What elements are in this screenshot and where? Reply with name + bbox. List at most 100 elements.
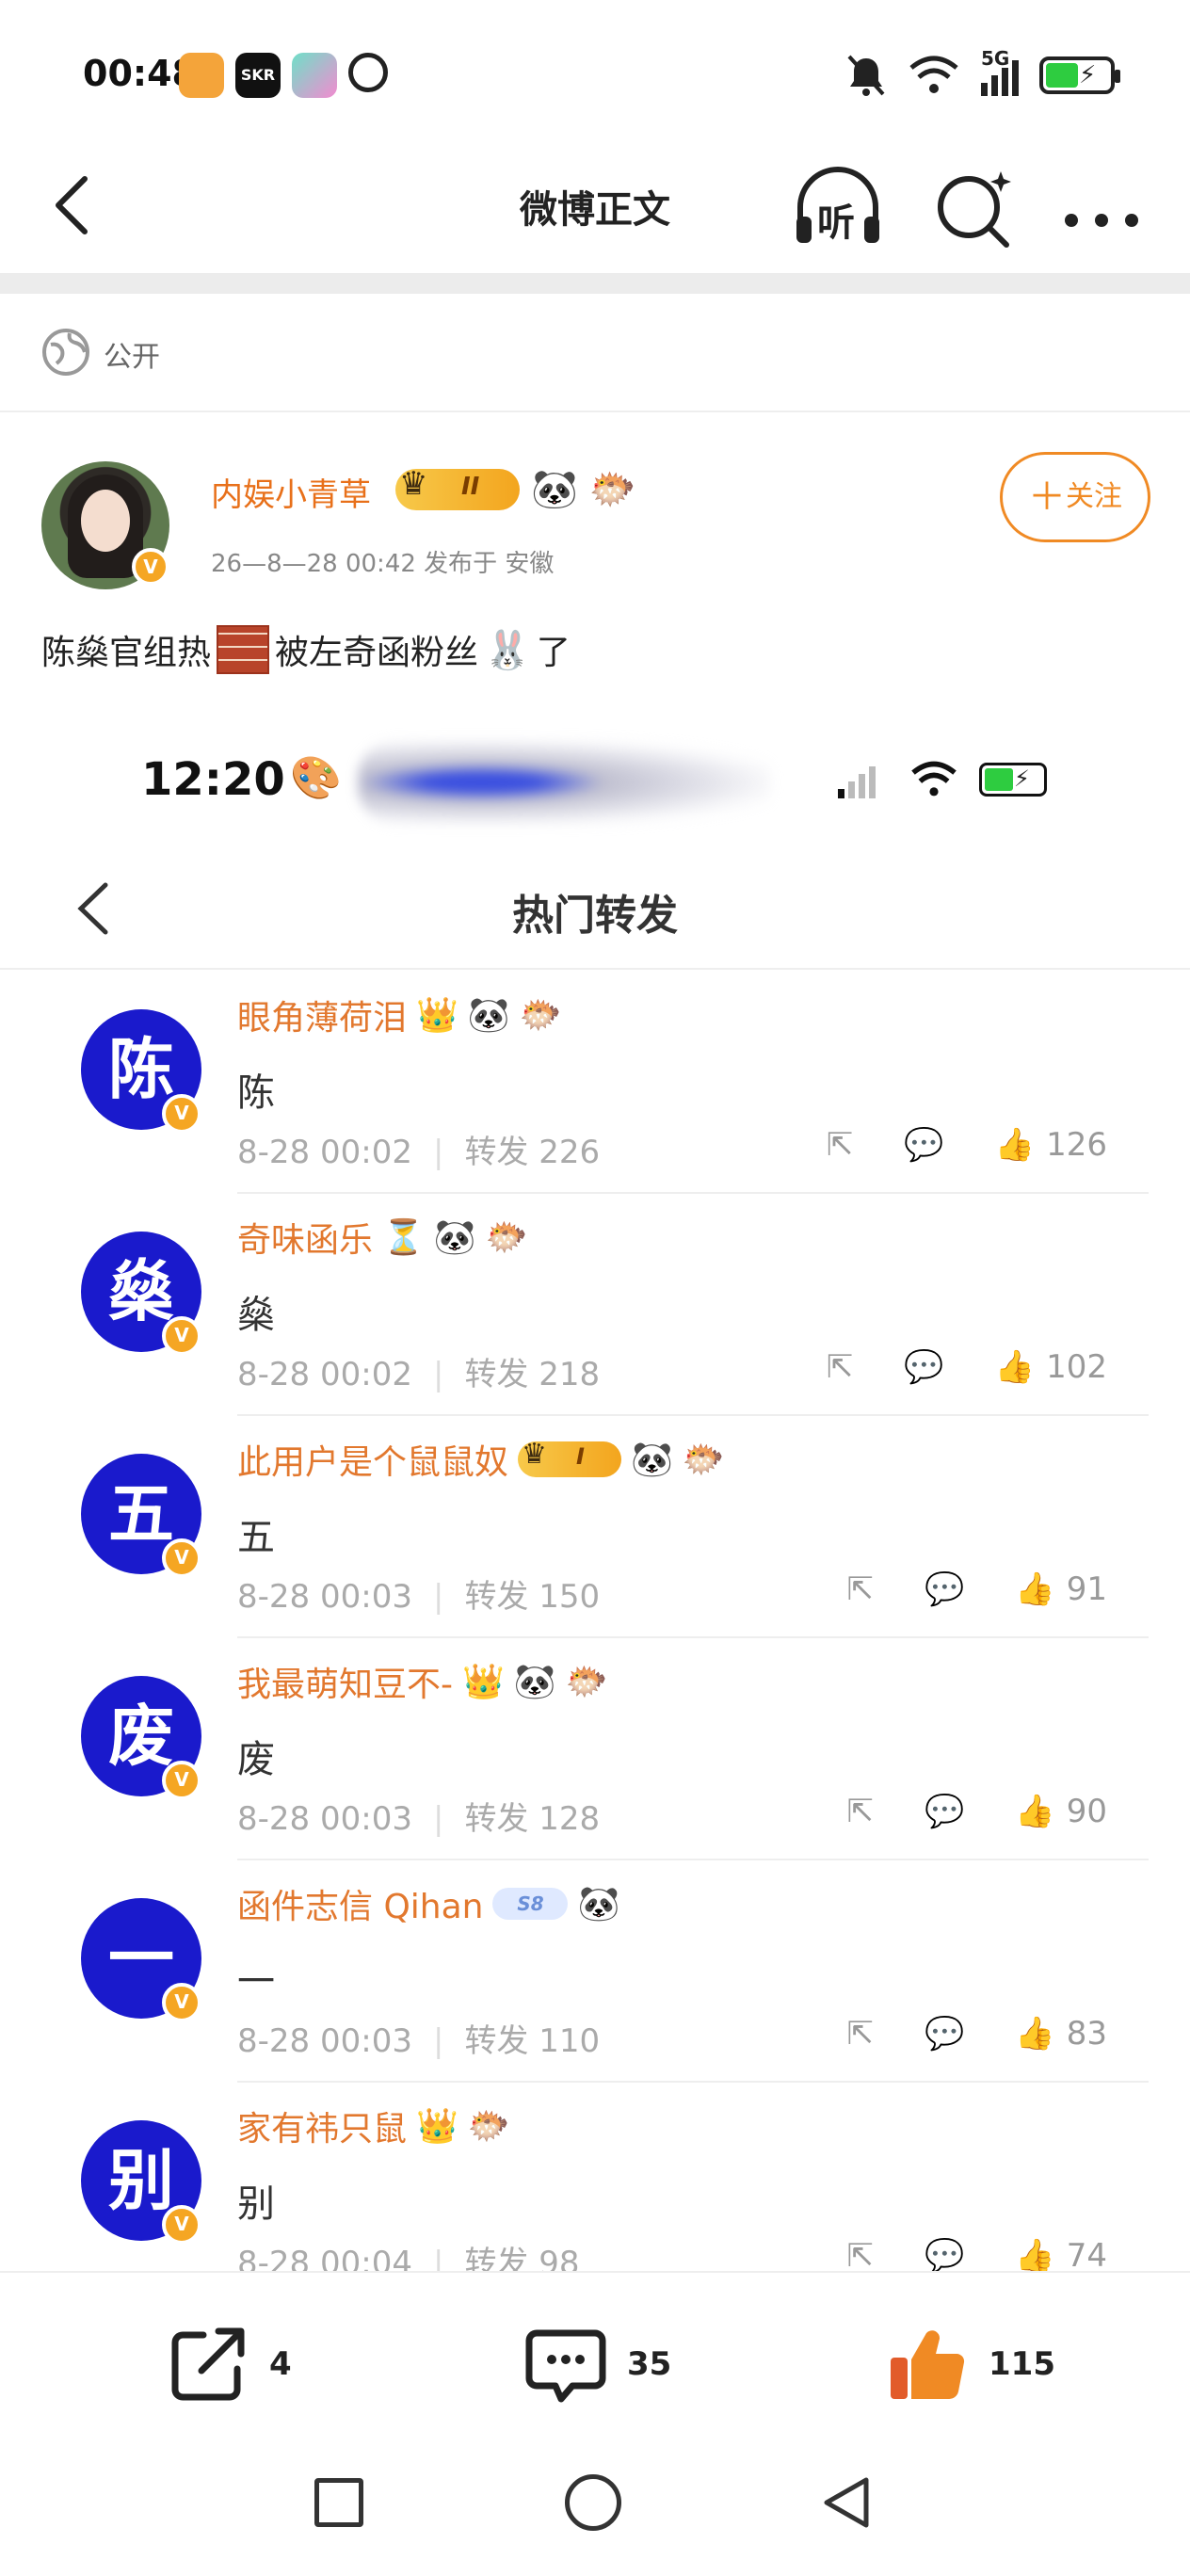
comment-icon[interactable]: 💬 <box>925 2015 964 2053</box>
network-label: 5G <box>981 47 1010 70</box>
home-button[interactable] <box>565 2474 621 2531</box>
repost-text: 废 <box>237 1738 275 1781</box>
list-item[interactable]: 五 V 此用户是个鼠鼠奴 ♛ I 🐼 🐡 五 8-28 00:03 | 转发 150 ⇱… <box>0 1416 1190 1638</box>
post-text-part-3: 了 <box>536 634 571 672</box>
list-item[interactable]: 废 V 我最萌知豆不- 👑 🐼 🐡 废 8-28 00:03 | 转发 128 ⇱ 💬 👍… <box>0 1638 1190 1860</box>
panda-icon: 🐼 <box>467 996 510 1035</box>
username[interactable]: 眼角薄荷泪 <box>237 990 407 1039</box>
panda-icon: 🐼 <box>631 1441 673 1479</box>
comment-icon[interactable]: 💬 <box>904 1348 943 1386</box>
visibility-label: 公开 <box>104 341 160 374</box>
back-nav-icon[interactable] <box>819 2474 876 2531</box>
palette-icon: 🎨 <box>290 754 342 802</box>
list-item[interactable]: 陈 V 眼角薄荷泪 👑 🐼 🐡 陈 8-28 00:02 | 转发 226 ⇱ 💬 👍 12… <box>0 972 1190 1194</box>
like-count: 102 <box>1046 1348 1107 1386</box>
crown-icon: 👑 <box>416 996 458 1035</box>
repost-date: 8-28 00:02 <box>237 1356 412 1393</box>
comment-icon[interactable]: 💬 <box>925 1793 964 1830</box>
share-icon[interactable]: ⇱ <box>847 1793 875 1830</box>
repost-forward-count: 转发 128 <box>464 1800 601 1838</box>
embedded-wifi-icon <box>911 761 957 797</box>
fish-icon: 🐡 <box>588 468 636 511</box>
comment-icon[interactable]: 💬 <box>925 2237 964 2271</box>
like-count: 126 <box>1046 1126 1107 1164</box>
post-meta: 26—8—28 00:42 发布于 安徽 <box>211 550 555 578</box>
recent-apps-button[interactable] <box>314 2478 363 2527</box>
verified-badge-icon: V <box>162 1538 201 1578</box>
post-text-part-2: 被左奇函粉丝 <box>275 634 479 672</box>
like-count: 91 <box>1066 1570 1107 1608</box>
list-item[interactable]: 别 V 家有祎只鼠 👑 🐡 别 8-28 00:04 | 转发 98 ⇱ 💬 👍 74 <box>0 2083 1190 2271</box>
repost-text: 燊 <box>237 1294 275 1337</box>
globe-icon <box>42 329 89 376</box>
username[interactable]: 函件志信 Qihan <box>237 1879 483 1928</box>
list-item[interactable]: 燊 V 奇味函乐 ⏳ 🐼 🐡 燊 8-28 00:02 | 转发 218 ⇱ 💬 👍 102 <box>0 1194 1190 1416</box>
repost-info: 8-28 00:04 | 转发 98 <box>237 2237 580 2271</box>
comment-icon[interactable]: 💬 <box>904 1126 943 1164</box>
repost-actions: ⇱ 💬 👍 91 <box>847 1563 1107 1616</box>
like-button[interactable]: 👍 91 <box>1015 1570 1107 1608</box>
list-item[interactable]: 一 V 函件志信 Qihan S8 🐼 一 8-28 00:03 | 转发 110 ⇱ … <box>0 1860 1190 2083</box>
blurred-region <box>358 740 772 825</box>
member-level-badge: ♛ I <box>518 1438 622 1477</box>
comment-button[interactable]: 35 <box>523 2322 671 2407</box>
repost-date: 8-28 00:03 <box>237 1800 412 1838</box>
repost-actions: ⇱ 💬 👍 74 <box>847 2230 1107 2271</box>
listen-button[interactable]: 听 <box>791 160 885 254</box>
username[interactable]: 家有祎只鼠 <box>237 2101 407 2150</box>
repost-info: 8-28 00:02 | 转发 226 <box>237 1134 601 1171</box>
repost-info: 8-28 00:02 | 转发 218 <box>237 1356 601 1393</box>
username[interactable]: 奇味函乐 <box>237 1213 373 1262</box>
like-button[interactable]: 👍 83 <box>1015 2015 1107 2053</box>
username[interactable]: 此用户是个鼠鼠奴 <box>237 1435 508 1484</box>
username[interactable]: 我最萌知豆不- <box>237 1657 453 1706</box>
status-icons: 5G ⚡ <box>845 45 1120 105</box>
verified-badge-icon: V <box>162 1316 201 1356</box>
embedded-time: 12:20 <box>141 753 285 806</box>
wifi-icon <box>909 56 958 93</box>
share-icon[interactable]: ⇱ <box>827 1348 854 1386</box>
more-icon[interactable] <box>1054 160 1149 254</box>
search-icon[interactable] <box>927 160 1021 254</box>
panda-icon: 🐼 <box>577 1885 620 1924</box>
share-icon[interactable]: ⇱ <box>847 1570 875 1608</box>
thumbs-up-icon: 👍 <box>994 1348 1036 1386</box>
rabbit-icon: 🐰 <box>484 628 531 672</box>
follow-button[interactable]: ＋关注 <box>1000 452 1150 542</box>
target-app-icon <box>348 53 388 92</box>
share-icon[interactable]: ⇱ <box>827 1126 854 1164</box>
like-button[interactable]: 👍 74 <box>1015 2237 1107 2271</box>
skr-app-icon: SKR <box>235 53 281 98</box>
thumbs-up-icon: 👍 <box>1015 2237 1055 2271</box>
comment-icon <box>525 2329 606 2403</box>
like-button[interactable]: 👍 90 <box>1015 1793 1107 1830</box>
fish-icon: 🐡 <box>519 996 562 1035</box>
comment-icon[interactable]: 💬 <box>925 1570 964 1608</box>
repost-info: 8-28 00:03 | 转发 150 <box>237 1578 601 1616</box>
brick-wall-icon <box>217 625 270 674</box>
post-text-part-1: 陈燊官组热 <box>41 634 212 672</box>
like-button[interactable]: 👍 126 <box>995 1126 1107 1164</box>
like-count: 90 <box>1066 1793 1107 1830</box>
thumbs-up-icon: 👍 <box>994 1126 1036 1164</box>
listen-label: 听 <box>817 201 855 245</box>
share-button[interactable]: 4 <box>166 2322 292 2407</box>
visibility-row: 公开 <box>0 294 1190 412</box>
embedded-signal-icon <box>838 765 876 798</box>
member-level-badge: ♛ II <box>395 465 520 510</box>
share-icon[interactable]: ⇱ <box>847 2015 875 2053</box>
game-app-icon <box>292 53 337 98</box>
like-button[interactable]: 👍 102 <box>995 1348 1107 1386</box>
username-row: 我最萌知豆不- 👑 🐼 🐡 <box>237 1657 607 1706</box>
author-name[interactable]: 内娱小青草 <box>211 469 371 515</box>
repost-text: 一 <box>237 1960 275 2004</box>
panda-icon: 🐼 <box>531 468 578 511</box>
share-icon[interactable]: ⇱ <box>847 2237 875 2271</box>
like-button[interactable]: 115 <box>885 2322 1055 2407</box>
thumbs-up-icon: 👍 <box>1015 1793 1055 1830</box>
comment-count: 35 <box>627 2345 672 2383</box>
section-divider <box>0 273 1190 294</box>
repost-text: 陈 <box>237 1071 275 1115</box>
heart-app-icon <box>179 53 224 98</box>
repost-forward-count: 转发 150 <box>464 1578 601 1616</box>
